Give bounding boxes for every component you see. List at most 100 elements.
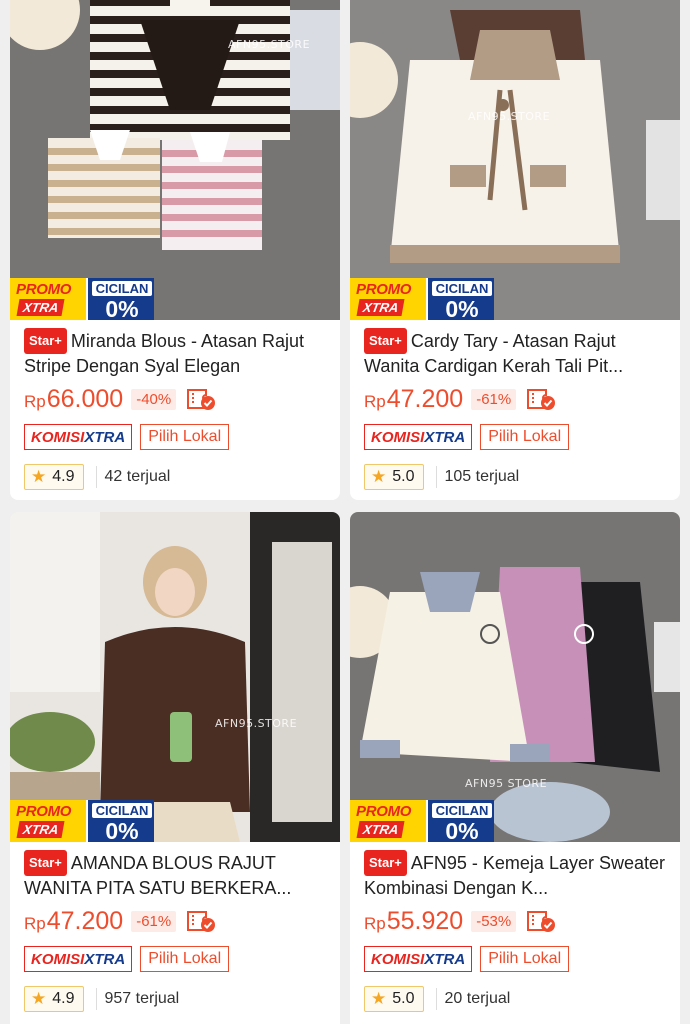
currency: Rp bbox=[364, 392, 386, 411]
komisi-label: KOMISI bbox=[371, 950, 425, 968]
cicilan-badge: CICILAN 0% bbox=[426, 278, 494, 320]
sold-count: 105 terjual bbox=[435, 466, 519, 488]
product-title[interactable]: Star+ AMANDA BLOUS RAJUT WANITA PITA SATU… bbox=[24, 850, 326, 898]
product-title[interactable]: Star+ Miranda Blous - Atasan Rajut Stripe… bbox=[24, 328, 326, 376]
promo-label: PROMO bbox=[16, 803, 72, 820]
sold-count: 20 terjual bbox=[435, 988, 510, 1010]
product-info: Star+ Cardy Tary - Atasan Rajut Wanita Ca… bbox=[350, 320, 680, 490]
store-watermark: AFN95.STORE bbox=[215, 717, 298, 730]
promo-xtra-badge: PROMO XTRA bbox=[10, 800, 86, 842]
xtra-label: XTRA bbox=[424, 428, 466, 446]
discount-badge: -53% bbox=[471, 910, 517, 932]
product-photo bbox=[10, 512, 340, 842]
komisi-xtra-tag: KOMISI XTRA bbox=[364, 424, 473, 450]
cod-ticket-icon bbox=[187, 389, 216, 410]
product-card[interactable]: AFN95.STORE PROMO XTRA CICILAN 0% Star+ A… bbox=[10, 512, 340, 1024]
product-image[interactable]: AFN95.STORE PROMO XTRA CICILAN 0% bbox=[350, 0, 680, 320]
promo-label: PROMO bbox=[356, 281, 412, 298]
product-price: 66.000 bbox=[46, 384, 124, 413]
product-image[interactable]: AFN95 STORE PROMO XTRA CICILAN 0% bbox=[350, 512, 680, 842]
discount-badge: -61% bbox=[471, 388, 517, 410]
cod-ticket-icon bbox=[187, 911, 216, 932]
star-plus-badge: Star+ bbox=[364, 850, 407, 876]
xtra-label: XTRA bbox=[84, 950, 126, 968]
cicilan-rate: 0% bbox=[105, 818, 139, 842]
promo-label: PROMO bbox=[16, 281, 72, 298]
product-image[interactable]: AFN95.STORE PROMO XTRA CICILAN 0% bbox=[10, 512, 340, 842]
product-card[interactable]: AFN95.STORE PROMO XTRA CICILAN 0% Star+ C… bbox=[350, 0, 680, 500]
store-watermark: AFN95.STORE bbox=[468, 110, 551, 123]
rating-value: 5.0 bbox=[392, 468, 415, 485]
komisi-label: KOMISI bbox=[371, 428, 425, 446]
product-info: Star+ AFN95 - Kemeja Layer Sweater Kombin… bbox=[350, 842, 680, 1012]
cicilan-label: CICILAN bbox=[92, 803, 152, 818]
tags-row: KOMISI XTRA Pilih Lokal bbox=[364, 424, 666, 450]
product-price: 47.200 bbox=[386, 384, 464, 413]
komisi-xtra-tag: KOMISI XTRA bbox=[364, 946, 473, 972]
promo-xtra-badge: PROMO XTRA bbox=[10, 278, 86, 320]
rating-value: 4.9 bbox=[52, 468, 75, 485]
komisi-label: KOMISI bbox=[31, 950, 85, 968]
rating-row: ★ 5.0 20 terjual bbox=[364, 986, 666, 1012]
rating-badge: ★ 4.9 bbox=[24, 464, 84, 490]
rating-row: ★ 4.9 957 terjual bbox=[24, 986, 326, 1012]
cicilan-label: CICILAN bbox=[92, 281, 152, 296]
xtra-label: XTRA bbox=[84, 428, 126, 446]
rating-row: ★ 5.0 105 terjual bbox=[364, 464, 666, 490]
star-icon: ★ bbox=[31, 467, 47, 486]
price-row: Rp 66.000 -40% bbox=[24, 382, 326, 416]
currency: Rp bbox=[364, 914, 386, 933]
pilih-lokal-tag: Pilih Lokal bbox=[480, 946, 570, 972]
tags-row: KOMISI XTRA Pilih Lokal bbox=[364, 946, 666, 972]
product-grid: AFN95.STORE PROMO XTRA CICILAN 0% Star+ M… bbox=[0, 0, 690, 1024]
discount-badge: -40% bbox=[131, 388, 177, 410]
cicilan-rate: 0% bbox=[445, 818, 479, 842]
rating-badge: ★ 4.9 bbox=[24, 986, 84, 1012]
product-info: Star+ Miranda Blous - Atasan Rajut Stripe… bbox=[10, 320, 340, 490]
promo-badges: PROMO XTRA CICILAN 0% bbox=[10, 278, 154, 320]
cicilan-rate: 0% bbox=[445, 296, 479, 320]
tags-row: KOMISI XTRA Pilih Lokal bbox=[24, 946, 326, 972]
star-plus-badge: Star+ bbox=[364, 328, 407, 354]
pilih-lokal-tag: Pilih Lokal bbox=[140, 424, 230, 450]
komisi-xtra-tag: KOMISI XTRA bbox=[24, 424, 133, 450]
pilih-lokal-tag: Pilih Lokal bbox=[480, 424, 570, 450]
promo-xtra-badge: PROMO XTRA bbox=[350, 278, 426, 320]
product-title-text: AFN95 - Kemeja Layer Sweater Kombinasi D… bbox=[364, 853, 665, 898]
rating-badge: ★ 5.0 bbox=[364, 464, 424, 490]
product-image[interactable]: AFN95.STORE PROMO XTRA CICILAN 0% bbox=[10, 0, 340, 320]
cod-ticket-icon bbox=[527, 911, 556, 932]
cicilan-badge: CICILAN 0% bbox=[86, 800, 154, 842]
sold-count: 42 terjual bbox=[95, 466, 170, 488]
promo-xtra-label: XTRA bbox=[356, 299, 405, 316]
promo-badges: PROMO XTRA CICILAN 0% bbox=[350, 800, 494, 842]
product-card[interactable]: AFN95.STORE PROMO XTRA CICILAN 0% Star+ M… bbox=[10, 0, 340, 500]
cicilan-label: CICILAN bbox=[432, 803, 492, 818]
promo-xtra-badge: PROMO XTRA bbox=[350, 800, 426, 842]
star-plus-badge: Star+ bbox=[24, 850, 67, 876]
product-title[interactable]: Star+ AFN95 - Kemeja Layer Sweater Kombin… bbox=[364, 850, 666, 898]
product-title[interactable]: Star+ Cardy Tary - Atasan Rajut Wanita Ca… bbox=[364, 328, 666, 376]
product-photo bbox=[350, 512, 680, 842]
cicilan-badge: CICILAN 0% bbox=[86, 278, 154, 320]
currency: Rp bbox=[24, 392, 46, 411]
product-price: 47.200 bbox=[46, 906, 124, 935]
cicilan-badge: CICILAN 0% bbox=[426, 800, 494, 842]
promo-xtra-label: XTRA bbox=[16, 821, 65, 838]
rating-badge: ★ 5.0 bbox=[364, 986, 424, 1012]
promo-label: PROMO bbox=[356, 803, 412, 820]
product-info: Star+ AMANDA BLOUS RAJUT WANITA PITA SATU… bbox=[10, 842, 340, 1012]
rating-row: ★ 4.9 42 terjual bbox=[24, 464, 326, 490]
star-icon: ★ bbox=[371, 467, 387, 486]
store-watermark: AFN95.STORE bbox=[228, 38, 311, 51]
product-photo bbox=[350, 0, 680, 320]
cod-ticket-icon bbox=[527, 389, 556, 410]
store-watermark: AFN95 STORE bbox=[465, 777, 548, 790]
product-price: 55.920 bbox=[386, 906, 464, 935]
star-plus-badge: Star+ bbox=[24, 328, 67, 354]
product-card[interactable]: AFN95 STORE PROMO XTRA CICILAN 0% Star+ A… bbox=[350, 512, 680, 1024]
star-icon: ★ bbox=[371, 989, 387, 1008]
price-row: Rp 47.200 -61% bbox=[24, 904, 326, 938]
rating-value: 4.9 bbox=[52, 990, 75, 1007]
sold-count: 957 terjual bbox=[95, 988, 179, 1010]
